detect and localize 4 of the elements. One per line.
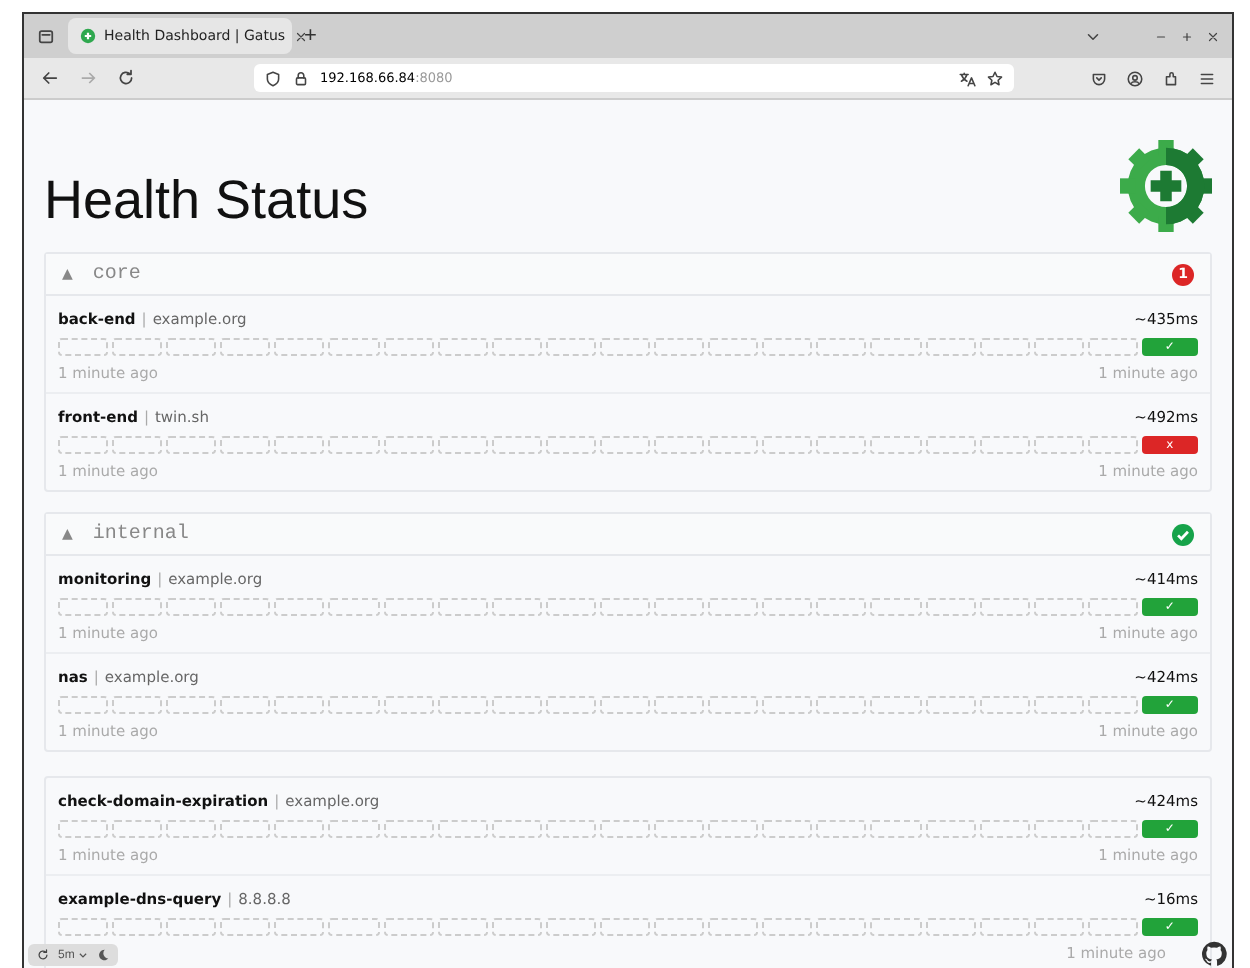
new-tab-button[interactable]: + xyxy=(304,24,317,48)
group-name: internal xyxy=(92,523,189,545)
page-title: Health Status xyxy=(44,167,369,231)
group-name: core xyxy=(92,263,141,285)
